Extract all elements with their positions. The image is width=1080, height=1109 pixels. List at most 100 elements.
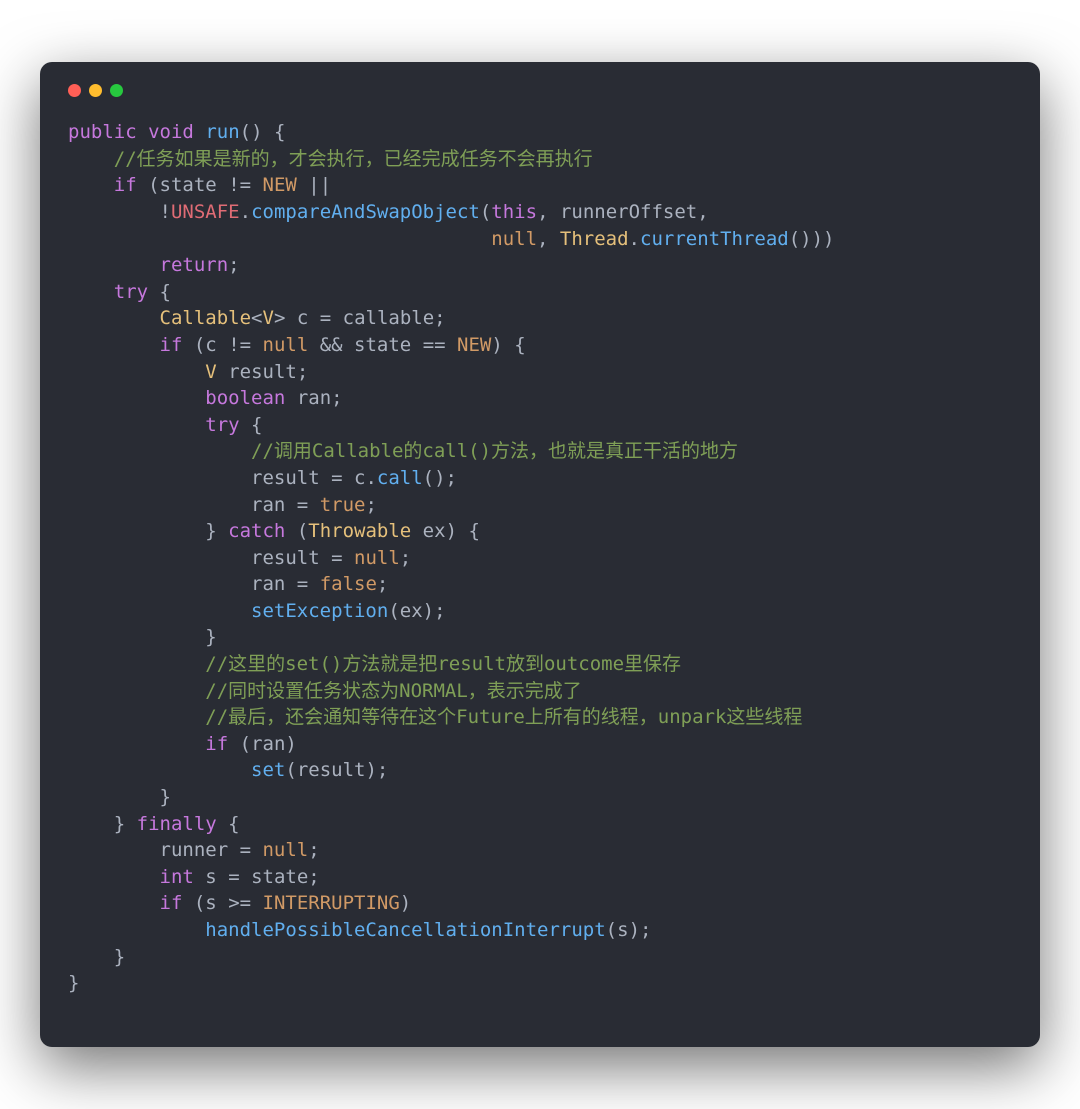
const-null: null [354,547,400,569]
dot: . [240,201,251,223]
fn-call: call [377,467,423,489]
op-or: || [297,174,331,196]
punct: ) { [491,334,525,356]
punct: ( [182,892,205,914]
var-s: s [205,892,216,914]
type-v: V [262,307,273,329]
fn-cas: compareAndSwapObject [251,201,480,223]
eq: = [308,307,342,329]
fn-currentthread: currentThread [640,228,789,250]
comment: //调用Callable的call()方法，也就是真正干活的地方 [251,440,738,462]
punct: } [160,786,171,808]
fn-setexception: setException [251,600,388,622]
window-titlebar [68,84,1012,119]
dot: . [629,228,640,250]
eq: = [285,494,319,516]
space [217,361,228,383]
kw-if: if [160,892,183,914]
fn-set: set [251,759,285,781]
var-ran: ran [251,494,285,516]
minimize-icon[interactable] [89,84,102,97]
var-runneroffset: runnerOffset [560,201,697,223]
kw-if: if [114,174,137,196]
punct: ; [228,254,239,276]
comment: //最后，还会通知等待在这个Future上所有的线程，unpark这些线程 [205,706,802,728]
space [411,520,422,542]
punct: } [114,813,137,835]
op-ge: >= [217,892,263,914]
punct: { [148,281,171,303]
var-ran: ran [251,573,285,595]
kw-try: try [114,281,148,303]
punct: { [240,414,263,436]
space [194,866,205,888]
comma: , [697,201,708,223]
lt: < [251,307,262,329]
var-result: result [297,759,366,781]
punct: (); [423,467,457,489]
const-interrupting: INTERRUPTING [263,892,400,914]
var-ex: ex [423,520,446,542]
punct: ( [228,733,251,755]
punct: ; [308,839,319,861]
eq: = [228,839,262,861]
var-state: state [251,866,308,888]
punct: } [205,520,228,542]
punct: ); [423,600,446,622]
const-null: null [262,839,308,861]
var-c: c [354,467,365,489]
dot: . [365,467,376,489]
var-result: result [228,361,297,383]
kw-if: if [205,733,228,755]
punct: ( [285,759,296,781]
code-block: public void run() { //任务如果是新的，才会执行，已经完成任… [68,119,1012,997]
var-state: state [354,334,411,356]
punct: ); [629,919,652,941]
punct: ( [480,201,491,223]
punct: ); [365,759,388,781]
punct: ; [377,573,388,595]
var-c: c [297,307,308,329]
cls-unsafe: UNSAFE [171,201,240,223]
punct: } [114,946,125,968]
var-c: c [205,334,216,356]
punct: ( [182,334,205,356]
const-null: null [491,228,537,250]
space [285,307,296,329]
fn-handlepci: handlePossibleCancellationInterrupt [205,919,605,941]
op-eq: == [411,334,457,356]
code-window: public void run() { //任务如果是新的，才会执行，已经完成任… [40,62,1040,1047]
op: != [217,174,263,196]
kw-public: public [68,121,137,143]
kw-return: return [160,254,229,276]
var-ran: ran [297,387,331,409]
eq: = [320,547,354,569]
var-result: result [251,467,320,489]
var-result: result [251,547,320,569]
punct: ; [308,866,319,888]
kw-if: if [160,334,183,356]
kw-void: void [148,121,194,143]
const-null: null [263,334,309,356]
zoom-icon[interactable] [110,84,123,97]
type-v: V [205,361,216,383]
comment: //同时设置任务状态为NORMAL，表示完成了 [205,680,582,702]
punct: ; [297,361,308,383]
punct: ) [285,733,296,755]
close-icon[interactable] [68,84,81,97]
const-false: false [320,573,377,595]
fn-run: run [205,121,239,143]
eq: = [217,866,251,888]
kw-try: try [205,414,239,436]
punct: ( [137,174,160,196]
punct: } [205,626,216,648]
eq: = [320,467,354,489]
cls-throwable: Throwable [308,520,411,542]
punct: () { [240,121,286,143]
var-runner: runner [160,839,229,861]
cls-thread: Thread [560,228,629,250]
punct: ( [285,520,308,542]
type-boolean: boolean [205,387,285,409]
punct: ) { [446,520,480,542]
kw-this: this [491,201,537,223]
